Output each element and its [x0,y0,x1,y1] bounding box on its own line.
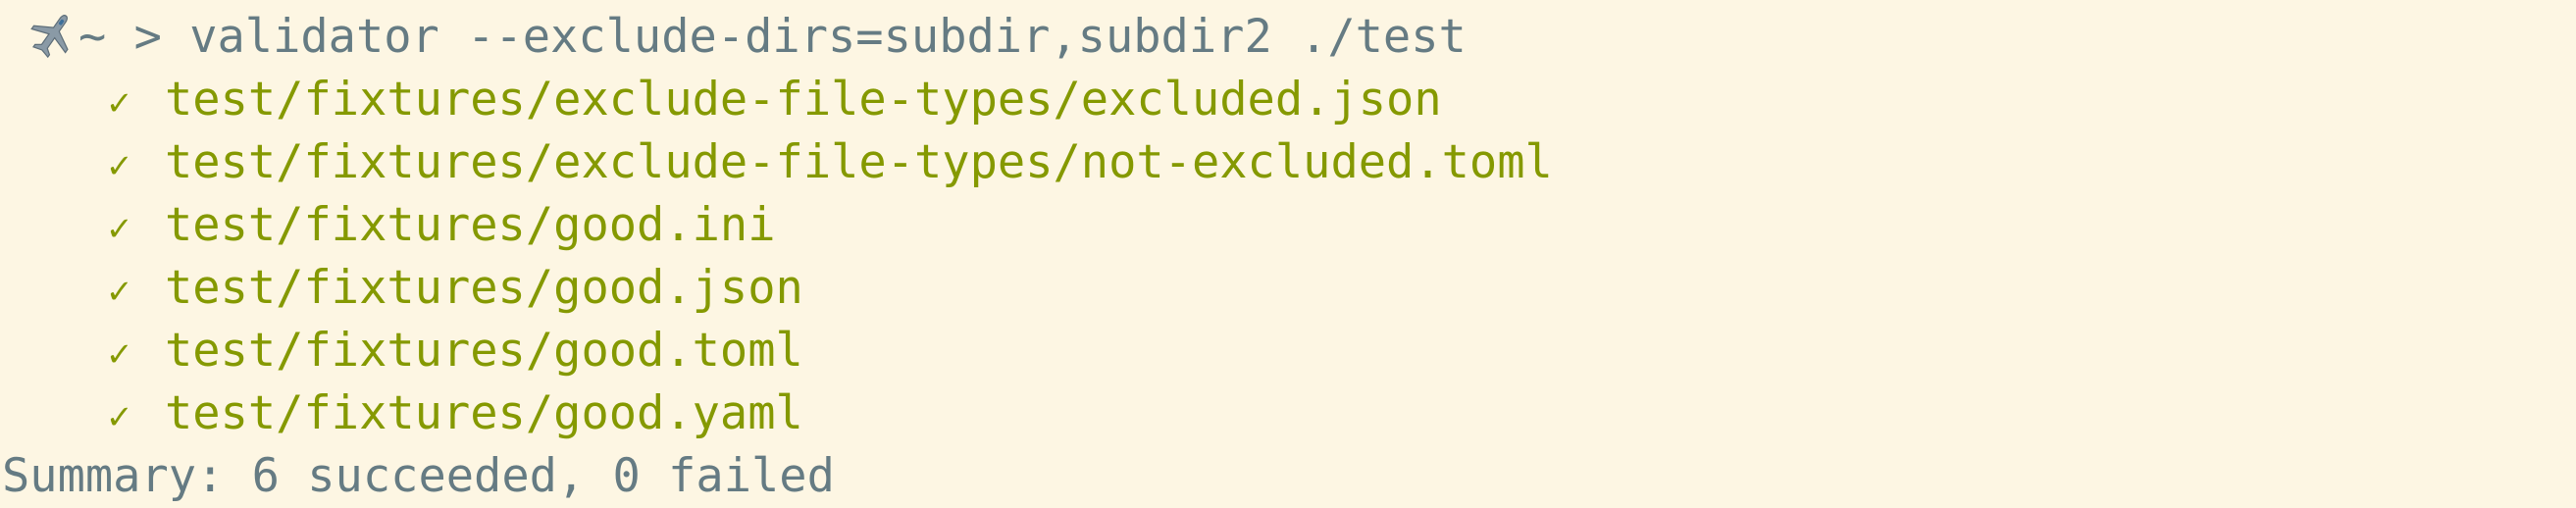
check-icon: ✓ [108,80,130,124]
check-icon: ✓ [108,143,130,186]
prompt-symbol: ~ > [78,10,190,64]
check-icon: ✓ [108,394,130,437]
result-row: ✓ test/fixtures/good.toml [108,320,803,382]
result-row: ✓ test/fixtures/good.json [108,257,803,320]
file-path: test/fixtures/exclude-file-types/exclude… [165,73,1442,127]
terminal-window: ~ > validator --exclude-dirs=subdir,subd… [0,0,2576,508]
summary-text: Summary: 6 succeeded, 0 failed [2,449,835,503]
result-row: ✓ test/fixtures/good.yaml [108,382,803,445]
result-row: ✓ test/fixtures/exclude-file-types/exclud… [108,69,1442,131]
result-row: ✓ test/fixtures/good.ini [108,194,776,257]
file-path: test/fixtures/good.ini [165,198,776,252]
result-row: ✓ test/fixtures/exclude-file-types/not-ex… [108,131,1553,194]
check-icon: ✓ [108,331,130,375]
prompt-line: ~ > validator --exclude-dirs=subdir,subd… [27,6,1467,69]
file-path: test/fixtures/good.toml [165,324,803,378]
check-icon: ✓ [108,206,130,249]
file-path: test/fixtures/exclude-file-types/not-exc… [165,135,1553,189]
file-path: test/fixtures/good.yaml [165,386,803,440]
file-path: test/fixtures/good.json [165,261,803,315]
airplane-icon [27,9,78,60]
check-icon: ✓ [108,269,130,312]
command-text: validator --exclude-dirs=subdir,subdir2 … [189,10,1467,64]
